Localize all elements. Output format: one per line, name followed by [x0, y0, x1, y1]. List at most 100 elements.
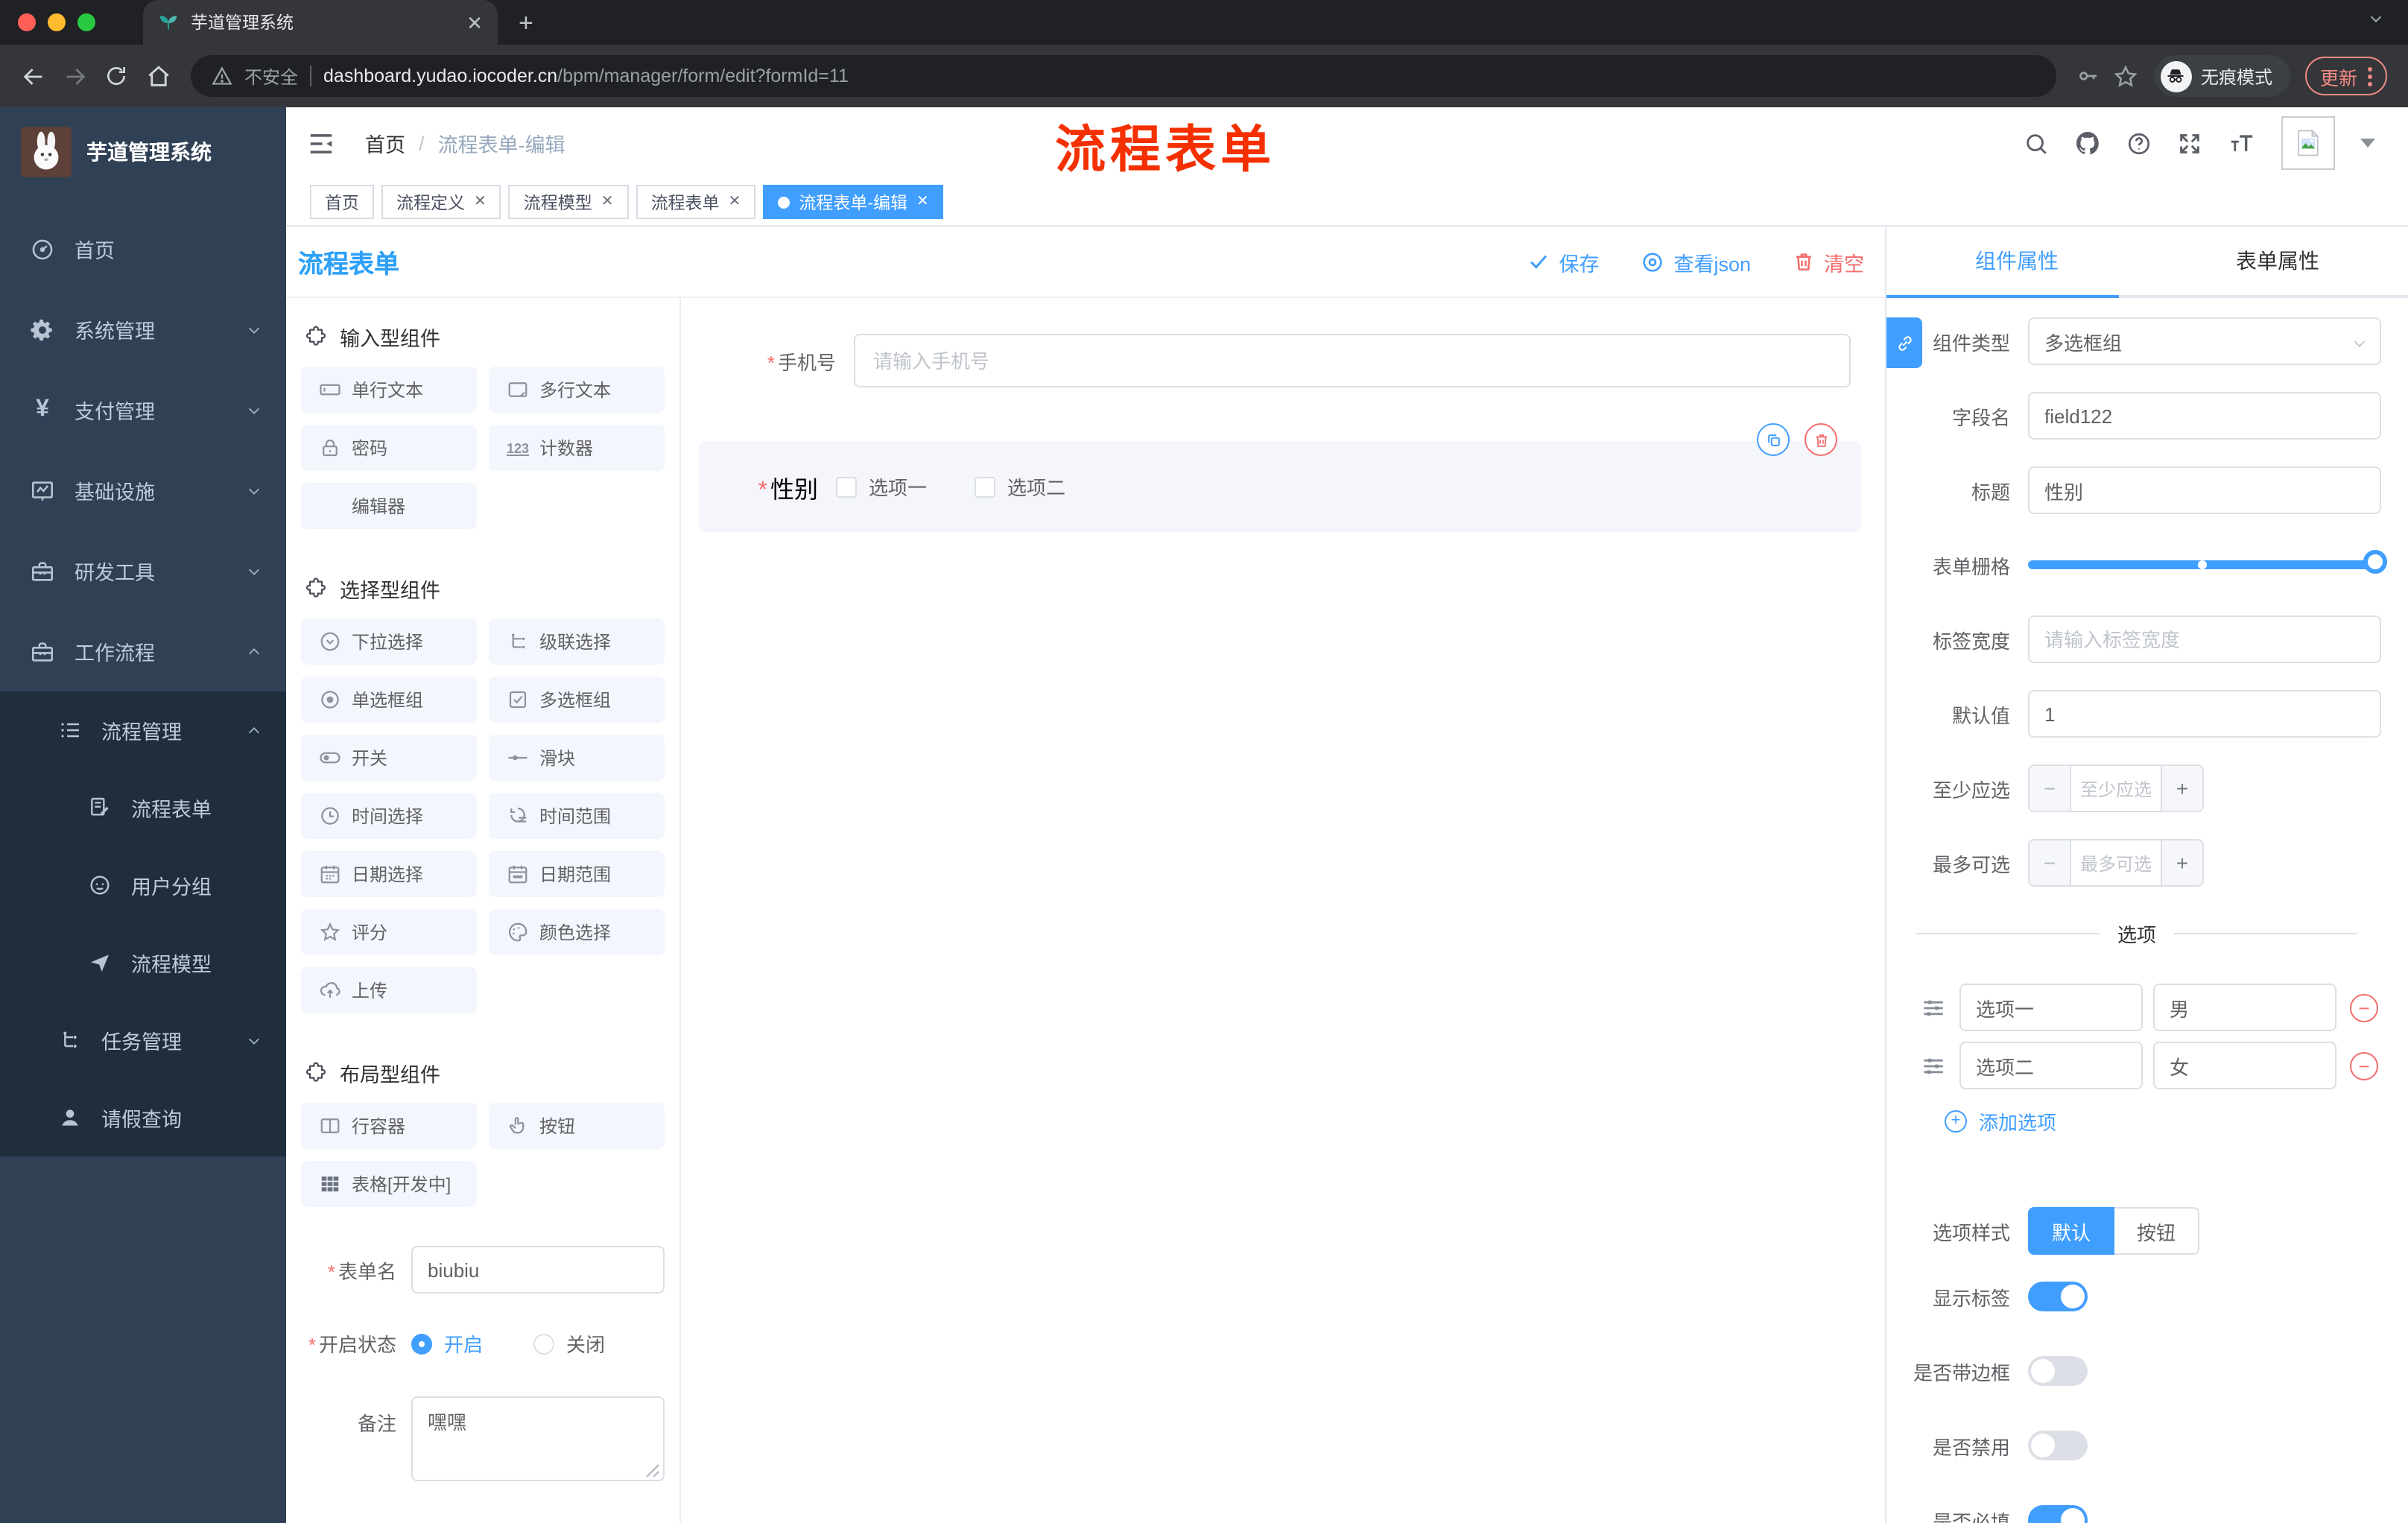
font-size-icon[interactable] [2228, 130, 2256, 156]
sidebar-item-process-model[interactable]: 流程模型 [0, 924, 286, 1001]
sidebar-item-workflow[interactable]: 工作流程 [0, 611, 286, 691]
widget-button[interactable]: 按钮 [489, 1103, 665, 1149]
checkbox-option-one[interactable]: 选项一 [836, 472, 927, 501]
widget-table[interactable]: 表格[开发中] [301, 1161, 477, 1207]
clear-button[interactable]: 清空 [1793, 247, 1864, 276]
remove-option-button[interactable]: − [2350, 1051, 2378, 1080]
logo-row[interactable]: 芋道管理系统 [0, 107, 286, 188]
toggle-show-label[interactable] [2028, 1282, 2088, 1311]
default-value-input[interactable] [2028, 690, 2381, 738]
forward-button[interactable] [54, 55, 95, 97]
widget-time-picker[interactable]: 时间选择 [301, 793, 477, 839]
stepper-input[interactable]: 至少应选 [2071, 766, 2161, 811]
style-segment-default[interactable]: 默认 [2028, 1207, 2115, 1255]
tab-close-icon[interactable]: ✕ [466, 13, 483, 32]
home-button[interactable] [137, 55, 179, 97]
tag-process-model[interactable]: 流程模型 ✕ [508, 185, 629, 219]
tag-home[interactable]: 首页 [310, 185, 374, 219]
resize-handle-icon[interactable] [645, 1463, 660, 1478]
github-icon[interactable] [2074, 130, 2101, 156]
phone-field-row[interactable]: * 手机号 [717, 334, 1851, 387]
widget-switch[interactable]: 开关 [301, 735, 477, 781]
sidebar-item-leave-query[interactable]: 请假查询 [0, 1079, 286, 1156]
search-icon[interactable] [2024, 130, 2049, 156]
stepper-minus-button[interactable]: − [2030, 840, 2071, 885]
checkbox[interactable] [836, 476, 857, 497]
widget-checkbox-group[interactable]: 多选框组 [489, 677, 665, 723]
status-radio-on[interactable]: 开启 [411, 1329, 483, 1358]
address-bar[interactable]: 不安全 dashboard.yudao.iocoder.cn/bpm/manag… [191, 55, 2056, 97]
option-value-input[interactable] [2153, 984, 2336, 1031]
slider-handle[interactable] [2363, 550, 2387, 574]
tab-overflow-chevron-icon[interactable] [2368, 10, 2384, 27]
stepper-input[interactable]: 最多可选 [2071, 840, 2161, 885]
tab-component-props[interactable]: 组件属性 [1886, 227, 2147, 295]
widget-date-range[interactable]: 日期范围 [489, 851, 665, 897]
form-name-input[interactable] [411, 1246, 665, 1294]
style-segment-button[interactable]: 按钮 [2114, 1207, 2200, 1255]
sidebar-item-system[interactable]: 系统管理 [0, 289, 286, 370]
fullscreen-icon[interactable] [2177, 130, 2202, 156]
tag-close-icon[interactable]: ✕ [474, 194, 487, 210]
view-json-button[interactable]: 查看json [1641, 247, 1751, 276]
close-window-button[interactable] [18, 13, 36, 31]
phone-input[interactable] [854, 334, 1851, 387]
widget-upload[interactable]: 上传 [301, 967, 477, 1013]
grid-slider[interactable] [2028, 541, 2387, 589]
field-name-input[interactable] [2028, 392, 2381, 440]
option-value-input[interactable] [2153, 1042, 2336, 1089]
bookmark-star-icon[interactable] [2107, 57, 2146, 95]
widget-single-line-text[interactable]: 单行文本 [301, 367, 477, 413]
sidebar-item-process-management[interactable]: 流程管理 [0, 691, 286, 769]
new-tab-button[interactable]: + [519, 10, 533, 35]
checkbox[interactable] [975, 476, 996, 497]
stepper-plus-button[interactable]: + [2161, 766, 2202, 811]
stepper-plus-button[interactable]: + [2161, 840, 2202, 885]
widget-select[interactable]: 下拉选择 [301, 618, 477, 665]
remove-option-button[interactable]: − [2350, 993, 2378, 1022]
link-tab-button[interactable] [1886, 317, 1922, 368]
sidebar-item-payment[interactable]: ¥ 支付管理 [0, 370, 286, 450]
warning-icon[interactable] [212, 66, 232, 86]
sidebar-item-user-group[interactable]: 用户分组 [0, 846, 286, 924]
sidebar-item-process-form[interactable]: 流程表单 [0, 769, 286, 846]
checkbox-option-two[interactable]: 选项二 [975, 472, 1065, 501]
avatar[interactable] [2281, 116, 2335, 170]
update-button[interactable]: 更新 [2304, 57, 2387, 95]
tag-close-icon[interactable]: ✕ [601, 194, 614, 210]
reload-button[interactable] [95, 55, 137, 97]
back-button[interactable] [12, 55, 54, 97]
label-width-input[interactable] [2028, 615, 2381, 663]
widget-color-picker[interactable]: 颜色选择 [489, 909, 665, 955]
sidebar-item-devtools[interactable]: 研发工具 [0, 531, 286, 611]
widget-time-range[interactable]: 时间范围 [489, 793, 665, 839]
selected-widget[interactable]: * 性别 选项一 选项二 [699, 423, 1861, 532]
toggle-border[interactable] [2028, 1356, 2088, 1386]
tag-process-definition[interactable]: 流程定义 ✕ [381, 185, 501, 219]
zoom-window-button[interactable] [77, 13, 95, 31]
kebab-menu-icon[interactable] [2368, 66, 2372, 86]
key-icon[interactable] [2068, 57, 2107, 95]
stepper-minus-button[interactable]: − [2030, 766, 2071, 811]
breadcrumb-home[interactable]: 首页 [365, 128, 405, 158]
hamburger-icon[interactable] [307, 129, 335, 157]
tag-process-form[interactable]: 流程表单 ✕ [636, 185, 756, 219]
widget-editor[interactable]: 编辑器 [301, 483, 477, 529]
widget-counter[interactable]: 123 计数器 [489, 425, 665, 471]
widget-radio-group[interactable]: 单选框组 [301, 677, 477, 723]
tag-close-icon[interactable]: ✕ [916, 194, 929, 210]
widget-multi-line-text[interactable]: 多行文本 [489, 367, 665, 413]
delete-widget-button[interactable] [1805, 423, 1837, 456]
sidebar-item-dashboard[interactable]: 首页 [0, 209, 286, 289]
drag-handle-icon[interactable] [1921, 1053, 1946, 1078]
widget-row-container[interactable]: 行容器 [301, 1103, 477, 1149]
sidebar-item-task-management[interactable]: 任务管理 [0, 1001, 286, 1079]
save-button[interactable]: 保存 [1527, 247, 1599, 276]
toggle-required[interactable] [2028, 1505, 2088, 1523]
remark-textarea[interactable]: 嘿嘿 [411, 1396, 665, 1481]
select-value[interactable] [2028, 317, 2381, 365]
caret-down-icon[interactable] [2360, 139, 2375, 148]
widget-password[interactable]: 密码 [301, 425, 477, 471]
widget-rate[interactable]: 评分 [301, 909, 477, 955]
copy-widget-button[interactable] [1757, 423, 1790, 456]
